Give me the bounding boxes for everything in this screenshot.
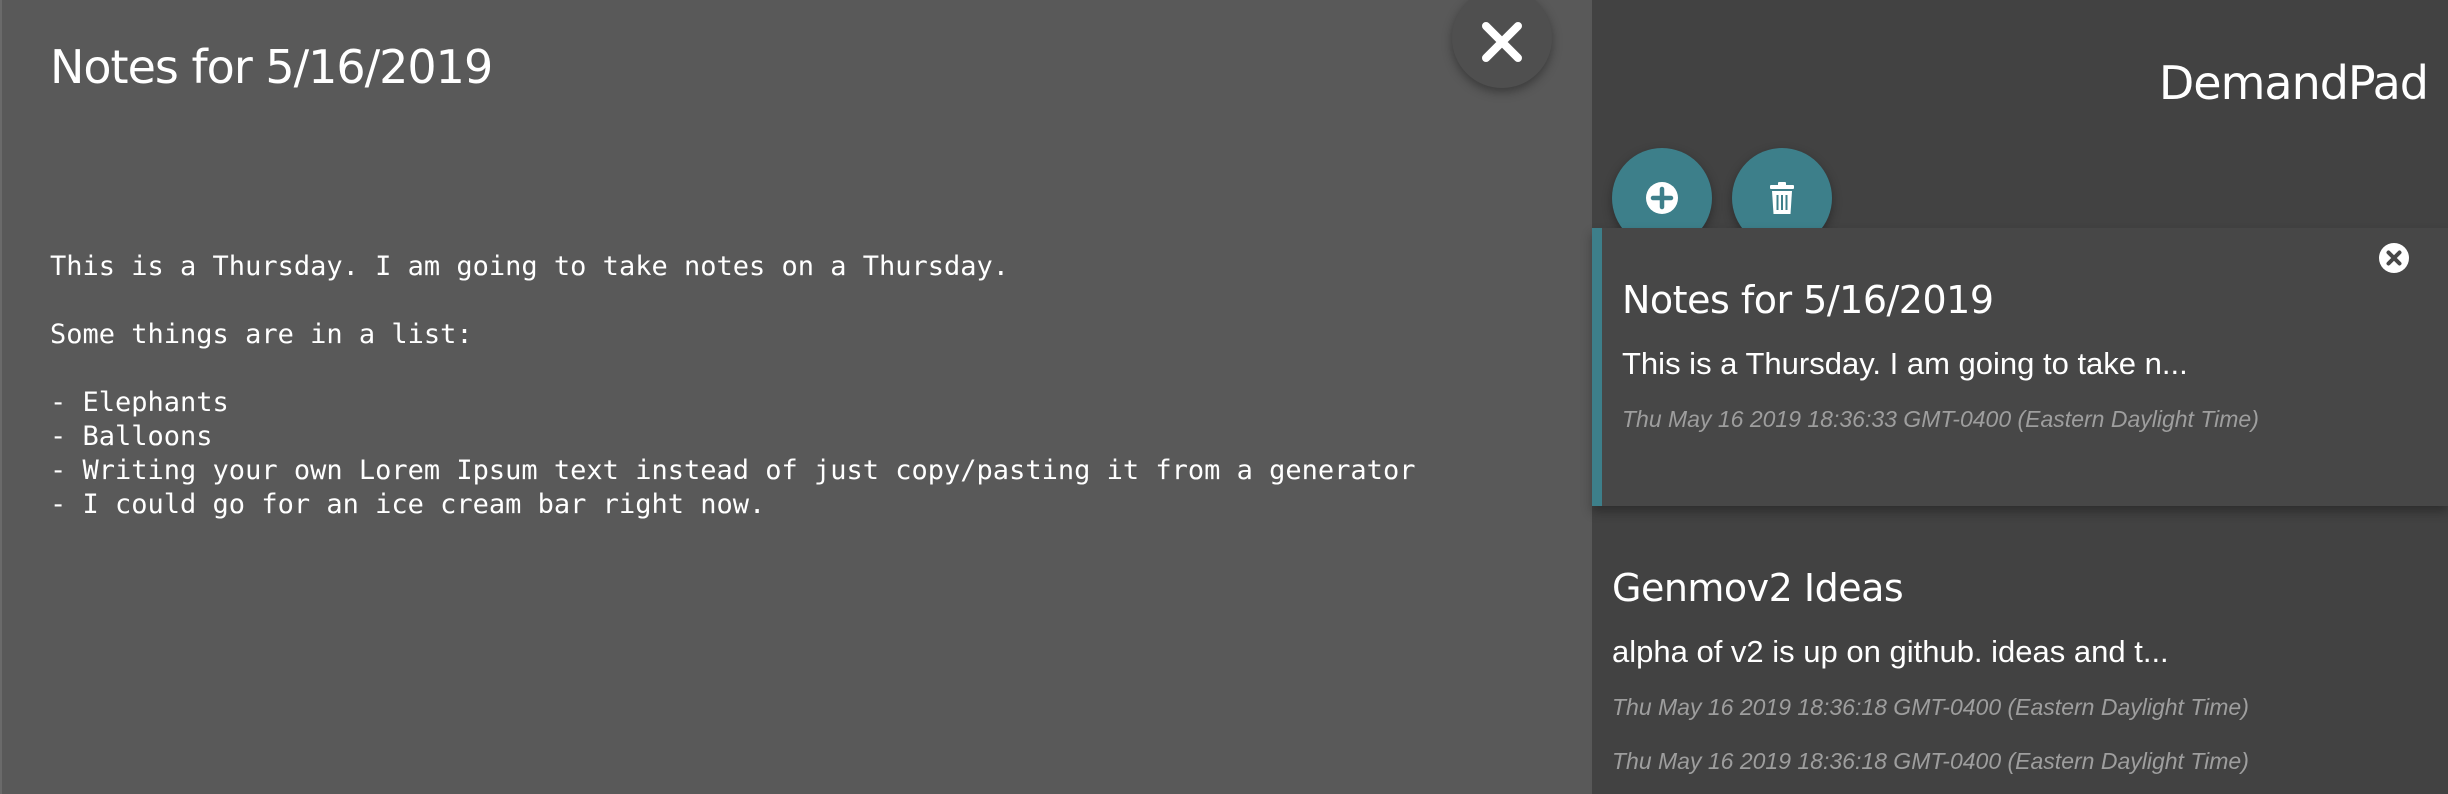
note-list-item-title: Genmov2 Ideas [1612,566,1904,610]
note-list-item-date-secondary: Thu May 16 2019 18:36:18 GMT-0400 (Easte… [1612,748,2249,774]
plus-circle-icon [1646,182,1678,214]
note-list-item-active[interactable]: Notes for 5/16/2019 This is a Thursday. … [1592,228,2448,506]
note-list-item-date: Thu May 16 2019 18:36:33 GMT-0400 (Easte… [1622,406,2259,432]
note-editor: Notes for 5/16/2019 This is a Thursday. … [0,0,1590,794]
app: Notes for 5/16/2019 This is a Thursday. … [0,0,2448,794]
note-list-item-title: Notes for 5/16/2019 [1622,278,1994,322]
note-body-textarea[interactable]: This is a Thursday. I am going to take n… [50,250,1415,522]
note-title[interactable]: Notes for 5/16/2019 [50,40,493,94]
app-brand: DemandPad [2158,56,2429,110]
close-circle-icon [2379,243,2409,273]
sidebar: DemandPad Notes for 5/16/2019 This is a … [1592,0,2448,794]
note-list-item[interactable]: Genmov2 Ideas alpha of v2 is up on githu… [1592,540,2448,794]
trash-icon [1770,182,1794,214]
close-editor-button[interactable] [1452,0,1552,88]
note-list-item-date: Thu May 16 2019 18:36:18 GMT-0400 (Easte… [1612,694,2249,720]
remove-note-button[interactable] [2378,242,2410,274]
note-list-item-preview: alpha of v2 is up on github. ideas and t… [1612,634,2169,669]
note-list-item-preview: This is a Thursday. I am going to take n… [1622,346,2188,381]
close-icon [1482,22,1522,62]
